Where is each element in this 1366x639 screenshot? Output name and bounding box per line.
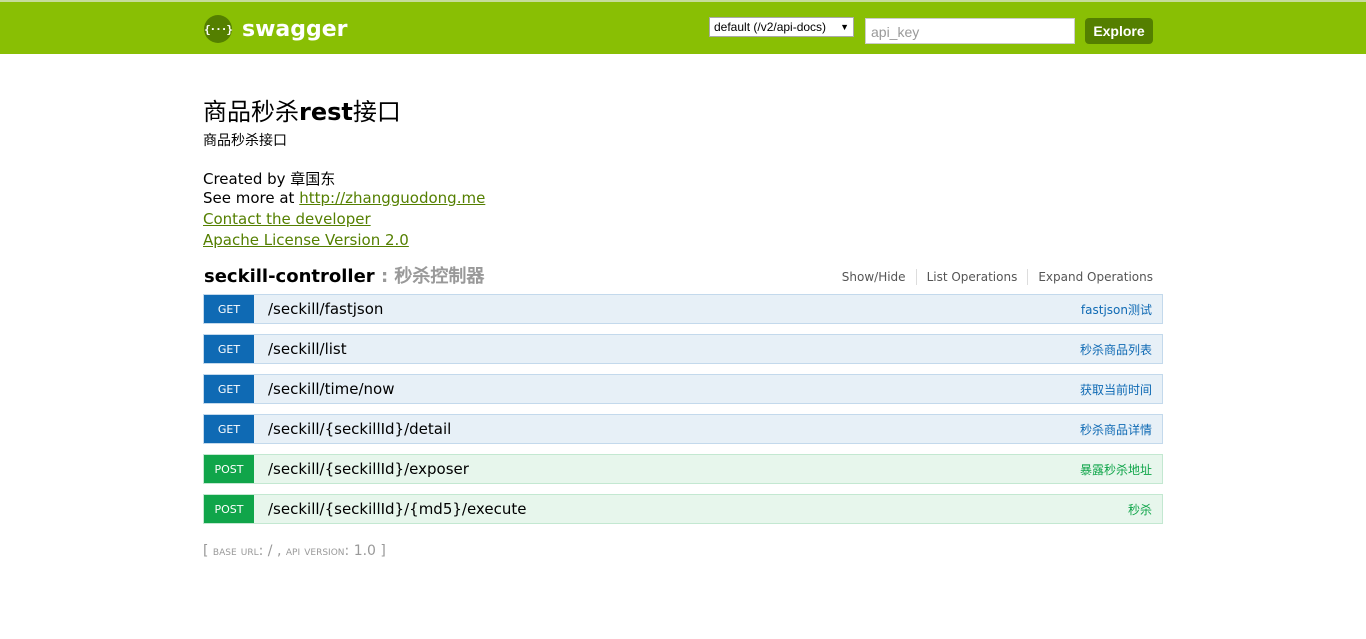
api-version-value: : 1.0 ] — [344, 543, 386, 559]
api-footer: [ base url: / , api version: 1.0 ] — [203, 543, 386, 559]
resource-actions: Show/Hide List Operations Expand Operati… — [832, 269, 1153, 285]
operation-path[interactable]: /seckill/{seckillId}/detail — [268, 420, 1080, 438]
operation-row[interactable]: POST /seckill/{seckillId}/{md5}/execute … — [203, 494, 1163, 524]
spec-select[interactable]: default (/v2/api-docs) ▼ — [709, 17, 854, 37]
website-link[interactable]: http://zhangguodong.me — [299, 189, 485, 207]
logo-text: swagger — [242, 16, 348, 42]
operation-summary[interactable]: 秒杀商品列表 — [1080, 341, 1152, 358]
operation-path[interactable]: /seckill/list — [268, 340, 1080, 358]
operation-row[interactable]: GET /seckill/fastjson fastjson测试 — [203, 294, 1163, 324]
swagger-logo[interactable]: {···} swagger — [204, 15, 348, 43]
base-url-label: base url — [212, 544, 259, 559]
explore-button[interactable]: Explore — [1085, 18, 1153, 44]
operation-summary[interactable]: 秒杀商品详情 — [1080, 421, 1152, 438]
operation-summary[interactable]: fastjson测试 — [1081, 301, 1152, 318]
operation-path[interactable]: /seckill/fastjson — [268, 300, 1081, 318]
page-title: 商品秒杀rest接口 — [203, 98, 401, 126]
contact-developer-link[interactable]: Contact the developer — [203, 210, 371, 228]
spec-select-value: default (/v2/api-docs) — [714, 20, 827, 34]
top-bar: {···} swagger default (/v2/api-docs) ▼ a… — [0, 0, 1366, 54]
show-hide-link[interactable]: Show/Hide — [832, 269, 917, 285]
resource-name[interactable]: seckill-controller — [204, 266, 375, 287]
see-more: See more at http://zhangguodong.me — [203, 189, 485, 207]
operation-summary[interactable]: 获取当前时间 — [1080, 381, 1152, 398]
method-badge[interactable]: GET — [204, 415, 254, 443]
api-key-input[interactable]: api_key — [865, 18, 1075, 44]
method-badge[interactable]: GET — [204, 335, 254, 363]
method-badge[interactable]: POST — [204, 455, 254, 483]
operation-row[interactable]: POST /seckill/{seckillId}/exposer 暴露秒杀地址 — [203, 454, 1163, 484]
method-badge[interactable]: GET — [204, 375, 254, 403]
operation-summary[interactable]: 暴露秒杀地址 — [1080, 461, 1152, 478]
see-more-label: See more at — [203, 189, 300, 207]
operation-row[interactable]: GET /seckill/{seckillId}/detail 秒杀商品详情 — [203, 414, 1163, 444]
base-url-value: : / , — [258, 543, 286, 559]
resource-description: : 秒杀控制器 — [380, 266, 485, 287]
dropdown-arrow-icon: ▼ — [840, 22, 849, 32]
operation-path[interactable]: /seckill/{seckillId}/exposer — [268, 460, 1080, 478]
list-operations-link[interactable]: List Operations — [917, 269, 1029, 285]
method-badge[interactable]: GET — [204, 295, 254, 323]
expand-operations-link[interactable]: Expand Operations — [1028, 269, 1153, 285]
operation-path[interactable]: /seckill/{seckillId}/{md5}/execute — [268, 500, 1128, 518]
page-description: 商品秒杀接口 — [203, 133, 287, 149]
license-line: Apache License Version 2.0 — [203, 231, 409, 249]
operation-row[interactable]: GET /seckill/list 秒杀商品列表 — [203, 334, 1163, 364]
contact-line: Contact the developer — [203, 210, 371, 228]
resource-heading[interactable]: seckill-controller : 秒杀控制器 — [204, 262, 484, 288]
operation-summary[interactable]: 秒杀 — [1128, 501, 1152, 518]
operation-row[interactable]: GET /seckill/time/now 获取当前时间 — [203, 374, 1163, 404]
swagger-icon: {···} — [204, 15, 233, 43]
operation-path[interactable]: /seckill/time/now — [268, 380, 1080, 398]
created-by: Created by 章国东 — [203, 170, 336, 188]
api-version-label: api version — [285, 544, 345, 559]
method-badge[interactable]: POST — [204, 495, 254, 523]
license-link[interactable]: Apache License Version 2.0 — [203, 231, 409, 249]
